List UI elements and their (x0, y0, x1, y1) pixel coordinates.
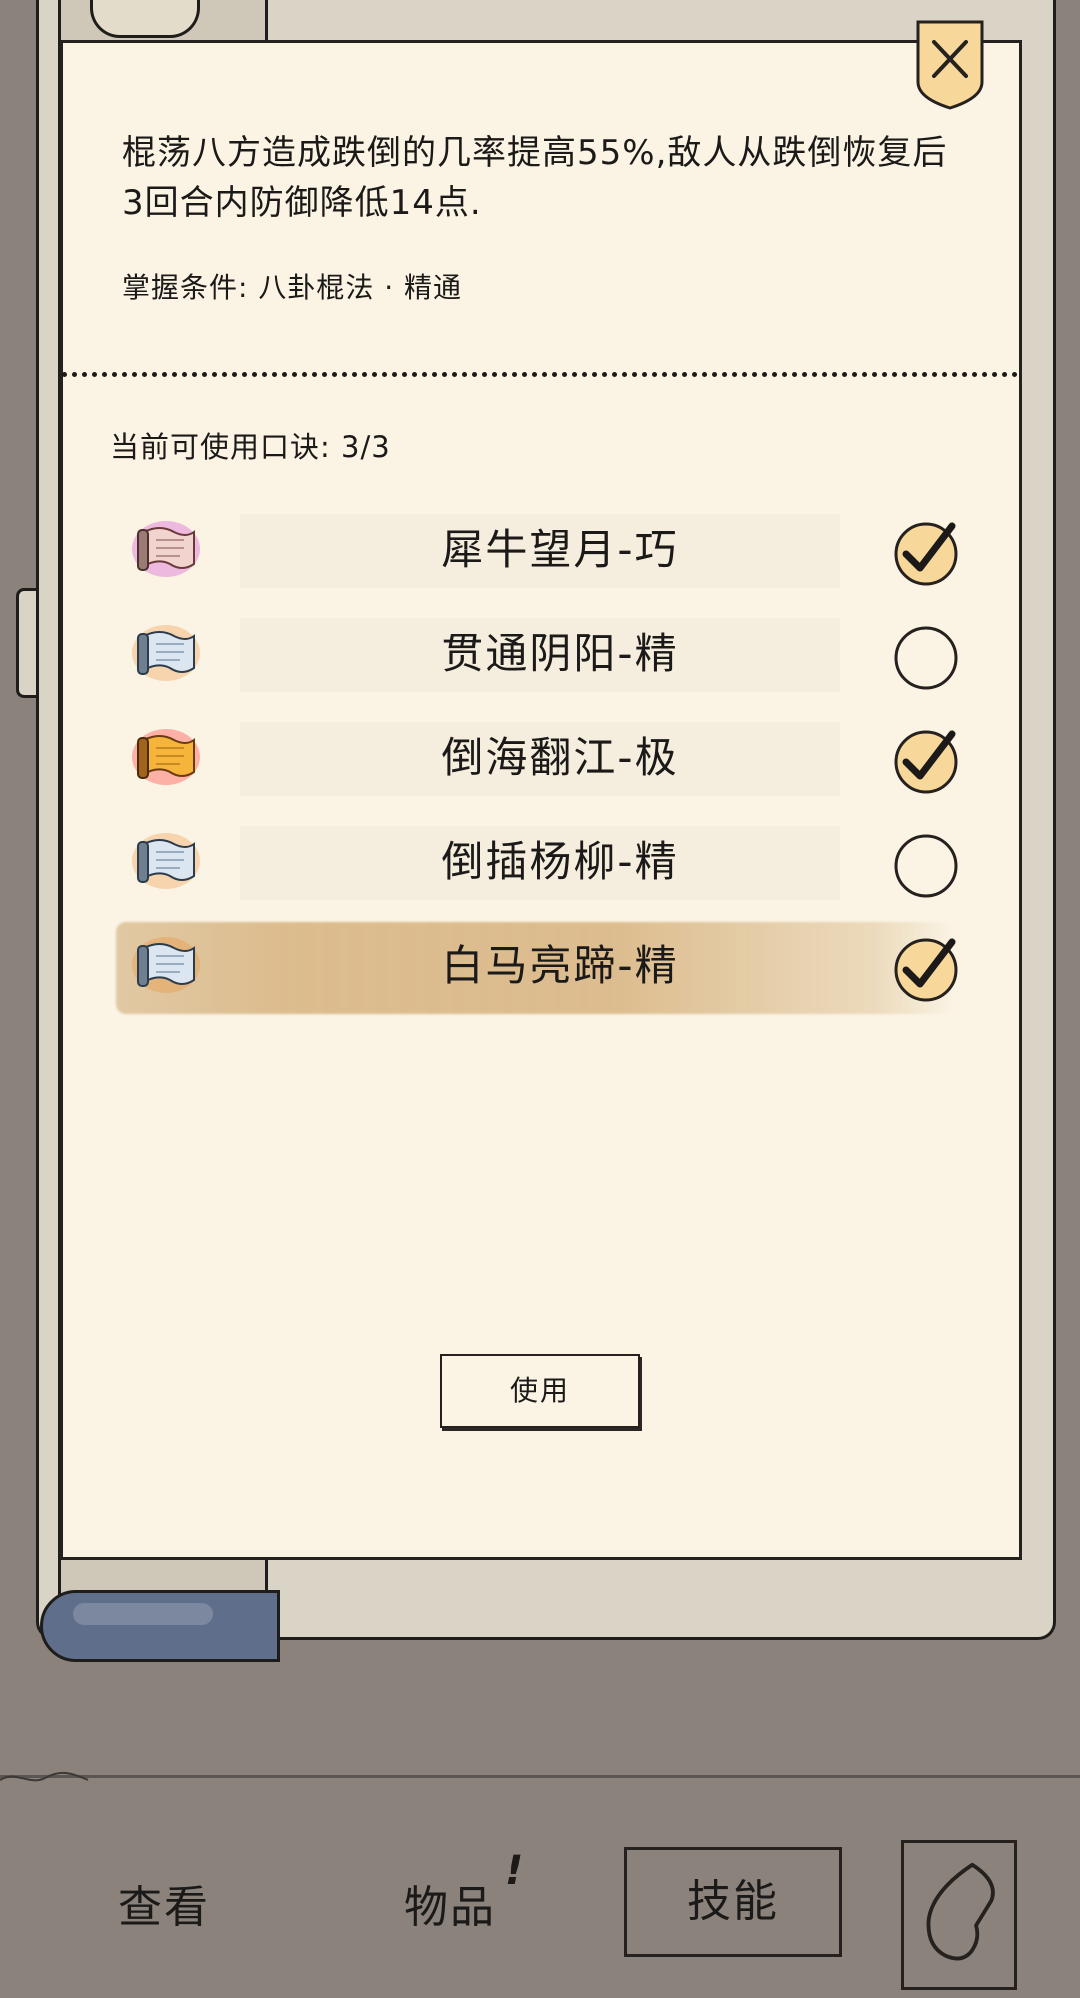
blue-scroll-icon (130, 622, 202, 684)
skill-name: 犀牛望月-巧 (441, 525, 679, 574)
usable-count: 当前可使用口诀: 3/3 (110, 430, 391, 464)
list-item[interactable]: 犀牛望月-巧 (120, 500, 1000, 604)
back-arrow-icon (926, 1862, 995, 1961)
mastery-condition: 掌握条件: 八卦棍法 · 精通 (122, 271, 463, 304)
skill-name: 倒海翻江-极 (441, 733, 679, 782)
close-icon (916, 20, 984, 110)
checkbox-unchecked[interactable] (890, 620, 962, 692)
nav-items-button[interactable]: 物品 (404, 1880, 496, 1936)
ground-scribble (0, 1772, 89, 1782)
use-button[interactable]: 使用 (440, 1354, 640, 1428)
checkbox-unchecked[interactable] (890, 828, 962, 900)
book-left-tab (16, 588, 36, 698)
empty-circle-icon (894, 626, 958, 690)
blue-scroll-icon (130, 934, 202, 996)
check-icon (894, 938, 958, 1002)
list-item[interactable]: 倒插杨柳-精 (120, 812, 1000, 916)
list-item[interactable]: 倒海翻江-极 (120, 708, 1000, 812)
check-icon (894, 522, 958, 586)
skill-name: 贯通阴阳-精 (441, 629, 679, 678)
checkbox-checked[interactable] (890, 516, 962, 588)
checkbox-checked[interactable] (890, 724, 962, 796)
nav-view-button[interactable]: 查看 (118, 1880, 210, 1936)
gold-scroll-icon (130, 726, 202, 788)
checkbox-checked[interactable] (890, 932, 962, 1004)
nav-skills-button[interactable]: 技能 (624, 1847, 842, 1957)
empty-circle-icon (894, 834, 958, 898)
skill-list: 犀牛望月-巧 贯通阴阳-精 倒海翻江-极 倒插杨柳-精 白马亮蹄-精 (116, 500, 1000, 1020)
back-button[interactable] (901, 1840, 1017, 1990)
skill-name: 白马亮蹄-精 (441, 941, 679, 990)
blue-scroll-icon (130, 830, 202, 892)
skill-description: 棍荡八方造成跌倒的几率提高55%,敌人从跌倒恢复后3回合内防御降低14点. (122, 133, 948, 223)
check-icon (894, 730, 958, 794)
list-item[interactable]: 贯通阴阳-精 (120, 604, 1000, 708)
dotted-divider (62, 372, 1018, 377)
skill-name: 倒插杨柳-精 (441, 837, 679, 886)
scroll-top-curl (90, 0, 200, 38)
pink-scroll-icon (130, 518, 202, 580)
list-item-selected[interactable]: 白马亮蹄-精 (116, 916, 1000, 1020)
scroll-roll (40, 1590, 280, 1662)
items-alert-badge: ! (505, 1848, 524, 1894)
close-button[interactable] (912, 18, 988, 110)
ground-line (0, 1775, 1080, 1778)
